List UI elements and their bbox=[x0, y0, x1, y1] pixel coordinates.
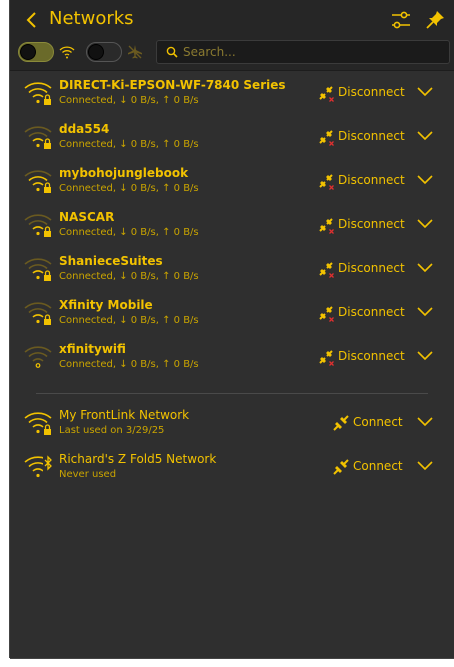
chevron-down-icon[interactable] bbox=[416, 305, 434, 319]
airplane-icon bbox=[128, 45, 142, 59]
network-status: Connected, ↓ 0 B/s, ↑ 0 B/s bbox=[59, 315, 199, 326]
airplane-mode-toggle[interactable] bbox=[86, 42, 122, 62]
back-arrow-icon[interactable] bbox=[22, 9, 42, 31]
network-row-nascar[interactable]: NASCAR Connected, ↓ 0 B/s, ↑ 0 B/s Disco… bbox=[10, 203, 454, 247]
network-name: DIRECT-Ki-EPSON-WF-7840 Series bbox=[59, 78, 286, 92]
plug-disconnect-icon bbox=[319, 350, 334, 366]
network-name: mybohojunglebook bbox=[59, 166, 189, 180]
chevron-down-icon[interactable] bbox=[416, 459, 434, 473]
plug-disconnect-icon bbox=[319, 262, 334, 278]
disconnect-label: Disconnect bbox=[338, 305, 405, 319]
network-status: Connected, ↓ 0 B/s, ↑ 0 B/s bbox=[59, 139, 199, 150]
chevron-down-icon[interactable] bbox=[416, 261, 434, 275]
wifi-locked-icon bbox=[24, 126, 52, 149]
network-status: Connected, ↓ 0 B/s, ↑ 0 B/s bbox=[59, 95, 199, 106]
search-input[interactable] bbox=[183, 41, 443, 63]
network-status: Connected, ↓ 0 B/s, ↑ 0 B/s bbox=[59, 271, 199, 282]
pin-icon[interactable] bbox=[424, 9, 446, 31]
network-row-xfinity-mobile[interactable]: Xfinity Mobile Connected, ↓ 0 B/s, ↑ 0 B… bbox=[10, 291, 454, 335]
disconnect-label: Disconnect bbox=[338, 349, 405, 363]
plug-disconnect-icon bbox=[319, 86, 334, 102]
disconnect-label: Disconnect bbox=[338, 85, 405, 99]
network-name: xfinitywifi bbox=[59, 342, 126, 356]
chevron-down-icon[interactable] bbox=[416, 173, 434, 187]
chevron-down-icon[interactable] bbox=[416, 85, 434, 99]
page-title: Networks bbox=[49, 8, 134, 29]
networks-panel: Networks Search... DIRECT-Ki-EPSON-WF-78… bbox=[10, 0, 454, 658]
chevron-down-icon[interactable] bbox=[416, 217, 434, 231]
network-row-dda554[interactable]: dda554 Connected, ↓ 0 B/s, ↑ 0 B/s Disco… bbox=[10, 115, 454, 159]
connect-label: Connect bbox=[353, 459, 403, 473]
plug-disconnect-icon bbox=[319, 306, 334, 322]
network-status: Connected, ↓ 0 B/s, ↑ 0 B/s bbox=[59, 227, 199, 238]
network-row-direct-ki-epson[interactable]: DIRECT-Ki-EPSON-WF-7840 Series Connected… bbox=[10, 71, 454, 115]
search-icon bbox=[166, 46, 178, 58]
disconnect-label: Disconnect bbox=[338, 173, 405, 187]
plug-disconnect-icon bbox=[319, 130, 334, 146]
search-box[interactable] bbox=[156, 40, 450, 64]
wifi-locked-icon bbox=[24, 412, 52, 435]
chevron-down-icon[interactable] bbox=[416, 415, 434, 429]
network-status: Last used on 3/29/25 bbox=[59, 425, 165, 436]
network-row-shaniecesuites[interactable]: ShanieceSuites Connected, ↓ 0 B/s, ↑ 0 B… bbox=[10, 247, 454, 291]
network-status: Never used bbox=[59, 469, 117, 480]
wifi-locked-icon bbox=[24, 82, 52, 105]
wifi-toggle[interactable] bbox=[18, 42, 54, 62]
plug-disconnect-icon bbox=[319, 174, 334, 190]
network-status: Connected, ↓ 0 B/s, ↑ 0 B/s bbox=[59, 183, 199, 194]
plug-icon bbox=[333, 415, 349, 431]
chevron-down-icon[interactable] bbox=[416, 349, 434, 363]
wifi-locked-icon bbox=[24, 258, 52, 281]
panel-header: Networks bbox=[10, 0, 454, 71]
wifi-icon bbox=[24, 346, 52, 368]
wifi-locked-icon bbox=[24, 214, 52, 237]
network-name: dda554 bbox=[59, 122, 110, 136]
network-status: Connected, ↓ 0 B/s, ↑ 0 B/s bbox=[59, 359, 199, 370]
wifi-locked-icon bbox=[24, 170, 52, 193]
wifi-locked-icon bbox=[24, 302, 52, 325]
settings-sliders-icon[interactable] bbox=[390, 9, 412, 31]
network-name: Richard's Z Fold5 Network bbox=[59, 452, 217, 466]
network-row-mybohojunglebook[interactable]: mybohojunglebook Connected, ↓ 0 B/s, ↑ 0… bbox=[10, 159, 454, 203]
connect-label: Connect bbox=[353, 415, 403, 429]
plug-disconnect-icon bbox=[319, 218, 334, 234]
disconnect-label: Disconnect bbox=[338, 217, 405, 231]
network-row-my-frontlink[interactable]: My FrontLink Network Last used on 3/29/2… bbox=[10, 401, 454, 445]
disconnect-label: Disconnect bbox=[338, 129, 405, 143]
bluetooth-wifi-icon bbox=[24, 455, 54, 478]
network-name: My FrontLink Network bbox=[59, 408, 190, 422]
network-name: ShanieceSuites bbox=[59, 254, 163, 268]
network-name: NASCAR bbox=[59, 210, 115, 224]
plug-icon bbox=[333, 459, 349, 475]
chevron-down-icon[interactable] bbox=[416, 129, 434, 143]
disconnect-label: Disconnect bbox=[338, 261, 405, 275]
network-row-richards-z-fold5[interactable]: Richard's Z Fold5 Network Never used Con… bbox=[10, 445, 454, 489]
network-row-xfinitywifi[interactable]: xfinitywifi Connected, ↓ 0 B/s, ↑ 0 B/s … bbox=[10, 335, 454, 379]
wifi-icon bbox=[59, 46, 75, 59]
network-name: Xfinity Mobile bbox=[59, 298, 153, 312]
section-divider bbox=[36, 393, 428, 394]
